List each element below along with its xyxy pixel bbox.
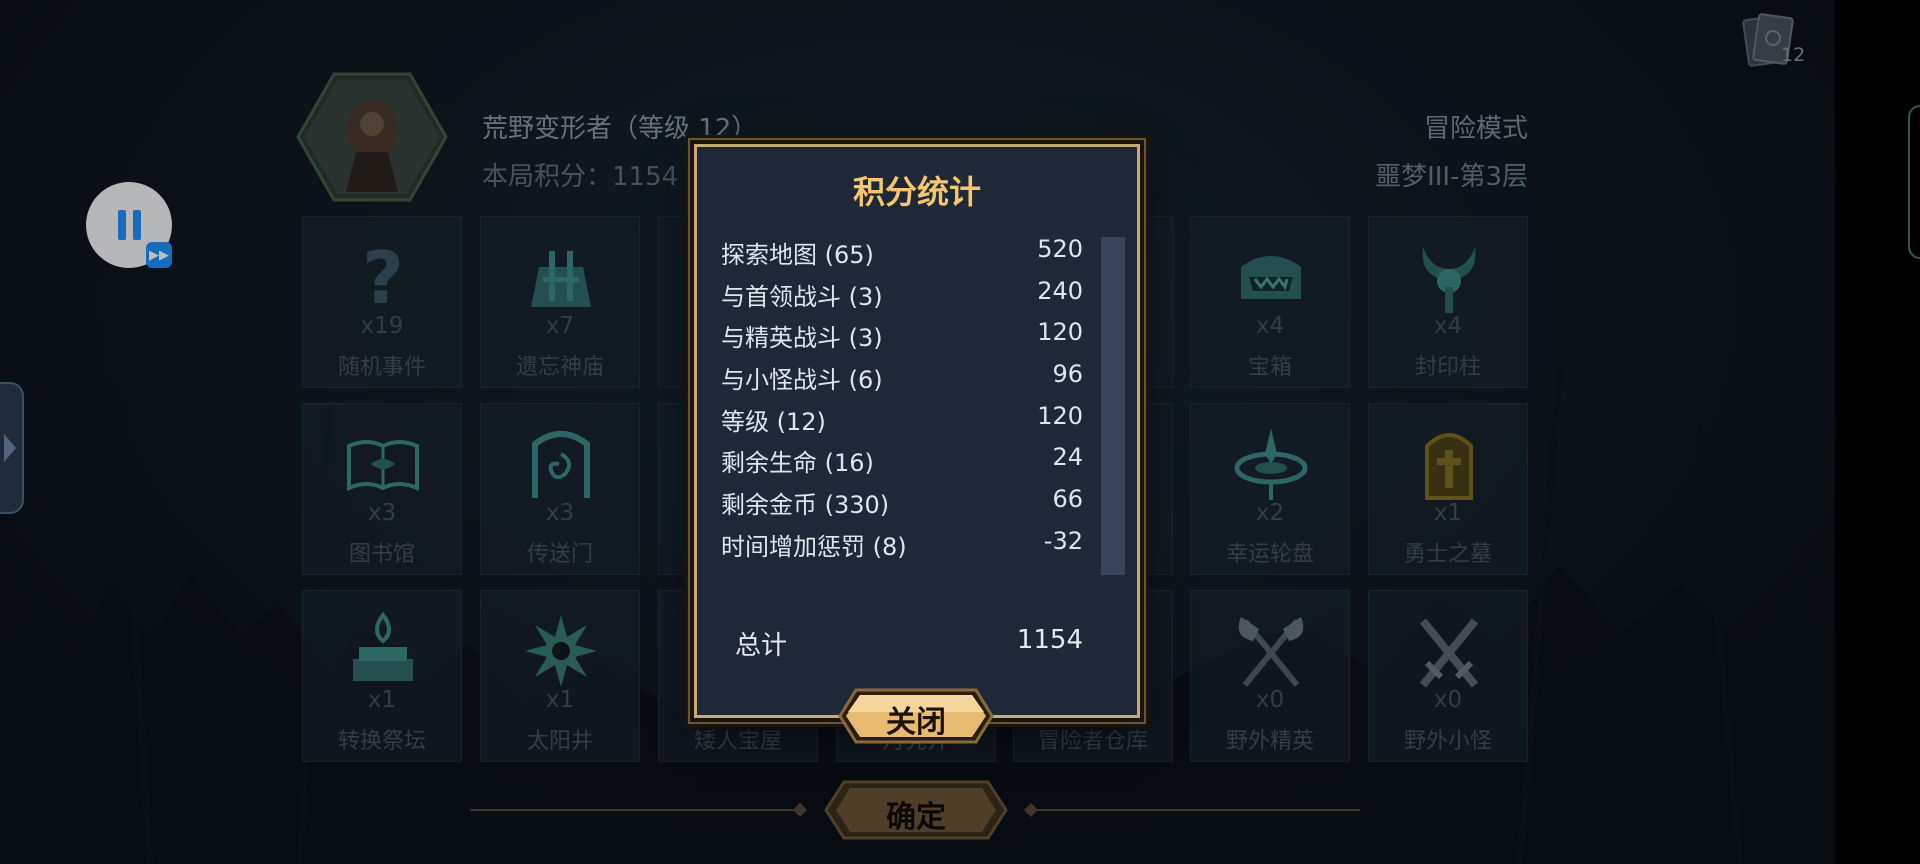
score-row-value: 520 — [1037, 235, 1083, 263]
score-row-value: 120 — [1037, 318, 1083, 347]
score-stats-dialog: 积分统计 探索地图 (65) 520 与首领战斗 (3) 240 与精英战斗 (3) 12… — [688, 138, 1146, 724]
score-row-label: 与小怪战斗 (6) — [721, 366, 883, 395]
score-row: 时间增加惩罚 (8) -32 — [721, 527, 1083, 569]
score-row-label: 剩余金币 (330) — [721, 491, 890, 520]
score-row: 等级 (12) 120 — [721, 402, 1083, 444]
score-row-value: 120 — [1037, 401, 1083, 430]
score-row-label: 与精英战斗 (3) — [721, 324, 883, 353]
score-row-value: 96 — [1052, 360, 1083, 389]
close-button[interactable]: 关闭 — [838, 688, 994, 744]
score-row-label: 时间增加惩罚 (8) — [721, 532, 907, 561]
score-row-label: 与首领战斗 (3) — [721, 282, 883, 311]
dialog-title: 积分统计 — [852, 173, 981, 211]
close-label: 关闭 — [886, 705, 946, 740]
score-rows: 探索地图 (65) 520 与首领战斗 (3) 240 与精英战斗 (3) 120 与小怪战… — [721, 235, 1083, 569]
score-row-value: 240 — [1037, 276, 1083, 305]
score-row: 与首领战斗 (3) 240 — [721, 277, 1083, 319]
score-row: 与小怪战斗 (6) 96 — [721, 360, 1083, 402]
score-row: 剩余金币 (330) 66 — [721, 485, 1083, 527]
total-label: 总计 — [735, 631, 788, 661]
score-row: 剩余生命 (16) 24 — [721, 443, 1083, 485]
score-row-label: 等级 (12) — [721, 407, 826, 436]
score-row-value: -32 — [1043, 526, 1083, 555]
score-row-value: 66 — [1052, 485, 1083, 514]
score-row-label: 探索地图 (65) — [721, 241, 874, 269]
total-value: 1154 — [1016, 625, 1083, 655]
right-edge-tab[interactable] — [1908, 105, 1920, 259]
score-row: 与精英战斗 (3) 120 — [721, 318, 1083, 360]
score-row: 探索地图 (65) 520 — [721, 235, 1083, 277]
score-row-value: 24 — [1052, 443, 1083, 472]
score-row-label: 剩余生命 (16) — [721, 449, 874, 478]
scrollbar[interactable] — [1101, 237, 1125, 575]
